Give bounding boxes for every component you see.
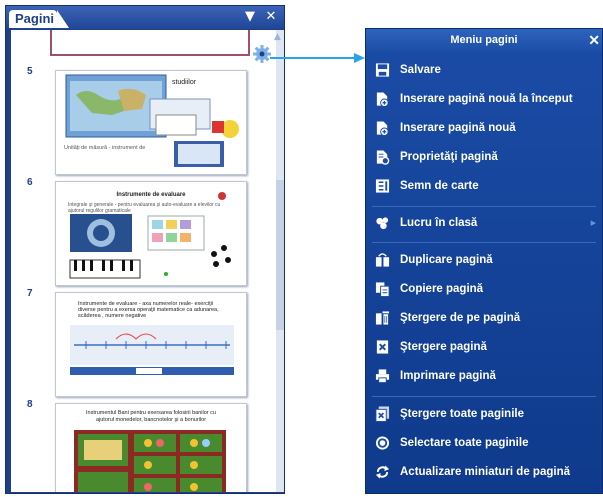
menu-item-bookmark[interactable]: Semn de carte bbox=[366, 173, 602, 199]
page-thumbnail-list[interactable]: 5 studiilor Unităţi de măsură - instrume… bbox=[11, 30, 277, 492]
clear-page-icon bbox=[375, 311, 390, 325]
page-thumbnail[interactable]: Instrumente de evaluare Integrale şi gen… bbox=[55, 181, 247, 286]
menu-item-label: Semn de carte bbox=[400, 180, 479, 192]
menu-separator bbox=[372, 242, 596, 243]
menu-item-label: Inserare pagină nouă la început bbox=[400, 93, 573, 105]
menu-item-label: Ştergere pagină bbox=[400, 341, 487, 353]
copy-page-icon bbox=[375, 282, 390, 297]
menu-item-save[interactable]: Salvare bbox=[366, 57, 602, 83]
panel-dropdown-button[interactable]: ▼ bbox=[241, 8, 259, 26]
refresh-thumbnails-icon bbox=[375, 465, 390, 479]
menu-item-delete-all-pages[interactable]: Ştergere toate paginile bbox=[366, 401, 602, 427]
page-7-preview bbox=[70, 325, 234, 375]
menu-item-classroom[interactable]: Lucru în clasă ▶ bbox=[366, 210, 602, 236]
menu-item-label: Selectare toate paginile bbox=[400, 437, 529, 449]
page-thumbnail[interactable]: studiilor Unităţi de măsură - instrument… bbox=[55, 70, 247, 175]
bookmark-icon bbox=[375, 179, 390, 193]
menu-item-label: Proprietăţi pagină bbox=[400, 151, 498, 163]
page-5-preview bbox=[65, 74, 239, 167]
insert-page-start-icon bbox=[376, 92, 389, 107]
menu-item-select-all-pages[interactable]: Selectare toate paginile bbox=[366, 430, 602, 456]
print-page-icon bbox=[375, 369, 390, 384]
menu-item-refresh-thumbnails[interactable]: Actualizare miniaturi de pagină bbox=[366, 459, 602, 485]
panel-close-button[interactable]: ✕ bbox=[262, 8, 280, 26]
duplicate-page-icon bbox=[375, 253, 390, 267]
menu-item-label: Imprimare pagină bbox=[400, 370, 496, 382]
menu-item-delete-page[interactable]: Ştergere pagină bbox=[366, 334, 602, 360]
classroom-icon bbox=[376, 217, 389, 230]
page-number: 5 bbox=[27, 66, 33, 77]
page-6-preview bbox=[69, 192, 231, 279]
menu-item-label: Actualizare miniaturi de pagină bbox=[400, 466, 570, 478]
page-title: studiilor bbox=[171, 79, 197, 86]
page-number: 7 bbox=[27, 288, 33, 299]
page-thumbnail[interactable]: Instrumente de evaluare - axa numerelor … bbox=[55, 292, 247, 397]
page-menu: Meniu pagini ✕ Salvare Inserare pagină n… bbox=[365, 28, 603, 494]
delete-page-icon bbox=[376, 340, 389, 354]
menu-item-page-properties[interactable]: Proprietăţi pagină bbox=[366, 144, 602, 170]
page-8-preview bbox=[74, 430, 226, 492]
menu-separator bbox=[372, 206, 596, 207]
menu-item-label: Ştergere de pe pagină bbox=[400, 312, 521, 324]
page-caption: Unităţi de măsură - instrument de bbox=[64, 145, 146, 151]
menu-item-clear-page[interactable]: Ştergere de pe pagină bbox=[366, 305, 602, 331]
page-properties-icon bbox=[376, 150, 390, 165]
scroll-up-arrow[interactable]: ▲ bbox=[274, 32, 281, 42]
page-menu-title: Meniu pagini bbox=[450, 34, 518, 46]
pages-panel-header: Pagini ▼ ✕ bbox=[6, 6, 284, 29]
save-icon bbox=[375, 63, 390, 77]
menu-item-copy-page[interactable]: Copiere pagină bbox=[366, 276, 602, 302]
page-thumbnail[interactable]: Instrumentul Bani pentru exersarea folos… bbox=[55, 403, 247, 492]
menu-item-duplicate-page[interactable]: Duplicare pagină bbox=[366, 247, 602, 273]
menu-item-label: Lucru în clasă bbox=[400, 217, 478, 229]
panel-scrollbar[interactable] bbox=[276, 30, 284, 492]
menu-item-insert-page[interactable]: Inserare pagină nouă bbox=[366, 115, 602, 141]
insert-page-icon bbox=[376, 121, 389, 136]
menu-item-label: Duplicare pagină bbox=[400, 254, 493, 266]
menu-item-label: Salvare bbox=[400, 64, 441, 76]
page-number: 6 bbox=[27, 177, 33, 188]
menu-item-label: Ştergere toate paginile bbox=[400, 408, 524, 420]
pages-tab[interactable]: Pagini bbox=[9, 10, 69, 28]
page-menu-close-button[interactable]: ✕ bbox=[588, 29, 600, 51]
page-menu-header: Meniu pagini ✕ bbox=[366, 29, 602, 51]
submenu-arrow-icon: ▶ bbox=[590, 219, 596, 227]
menu-separator bbox=[372, 396, 596, 397]
page-number: 8 bbox=[27, 399, 33, 410]
selected-page-thumbnail[interactable] bbox=[50, 30, 250, 56]
menu-item-label: Copiere pagină bbox=[400, 283, 484, 295]
select-all-pages-icon bbox=[375, 436, 390, 450]
delete-all-pages-icon bbox=[375, 406, 390, 422]
menu-item-label: Inserare pagină nouă bbox=[400, 122, 516, 134]
menu-item-print-page[interactable]: Imprimare pagină bbox=[366, 363, 602, 389]
pages-panel: Pagini ▼ ✕ 5 studiilor Unităţi de măsură… bbox=[5, 5, 285, 494]
menu-item-insert-page-start[interactable]: Inserare pagină nouă la început bbox=[366, 86, 602, 112]
scrollbar-thumb[interactable] bbox=[276, 180, 284, 330]
callout-arrow bbox=[270, 53, 365, 63]
